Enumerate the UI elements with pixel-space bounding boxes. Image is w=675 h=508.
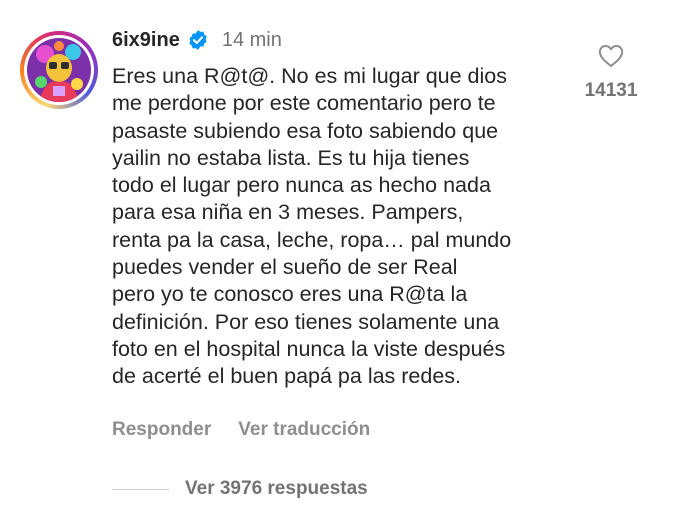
comment-text-line: renta pa la casa, leche, ropa… pal mundo bbox=[112, 227, 512, 252]
comment-text-line: para esa niña en 3 meses. Pampers, bbox=[112, 200, 464, 225]
username[interactable]: 6ix9ine bbox=[112, 29, 180, 52]
verified-badge-icon bbox=[187, 29, 209, 51]
comment-text-line: puedes vender el sueño de ser Real bbox=[112, 255, 458, 280]
heart-icon[interactable] bbox=[598, 44, 624, 68]
comment-text-line: me perdone por este comentario pero te bbox=[112, 91, 496, 116]
comment-actions: Responder Ver traducción bbox=[112, 419, 370, 441]
comment-text-line: definición. Por eso tienes solamente una bbox=[112, 309, 500, 334]
profile-photo bbox=[27, 38, 91, 102]
comment-text-line: todo el lugar pero nunca as hecho nada bbox=[112, 173, 491, 198]
like-section: 14131 bbox=[576, 44, 646, 102]
replies-divider bbox=[112, 488, 169, 490]
view-replies-label: Ver 3976 respuestas bbox=[185, 478, 368, 499]
comment: 6ix9ine 14 min Eres una R@t@. No es mi l… bbox=[0, 0, 675, 508]
comment-text-line: foto en el hospital nunca la viste despu… bbox=[112, 336, 506, 361]
comment-text-line: Eres una R@t@. No es mi lugar que dios bbox=[112, 64, 507, 88]
comment-text-line: pasaste subiendo esa foto sabiendo que bbox=[112, 118, 499, 143]
translate-button[interactable]: Ver traducción bbox=[238, 419, 370, 441]
comment-text: Eres una R@t@. No es mi lugar que dios m… bbox=[112, 63, 572, 391]
like-count: 14131 bbox=[584, 80, 638, 101]
reply-button[interactable]: Responder bbox=[112, 419, 211, 441]
comment-text-line: yailin no estaba lista. Es tu hija tiene… bbox=[112, 145, 470, 170]
comment-text-line: pero yo te conosco eres una R@ta la bbox=[112, 282, 468, 307]
comment-text-line: de acerté el buen papá pa las redes. bbox=[112, 364, 462, 389]
view-replies-button[interactable]: Ver 3976 respuestas bbox=[112, 478, 368, 500]
comment-header: 6ix9ine 14 min bbox=[112, 26, 282, 54]
avatar[interactable] bbox=[20, 31, 98, 109]
comment-time: 14 min bbox=[221, 28, 282, 51]
